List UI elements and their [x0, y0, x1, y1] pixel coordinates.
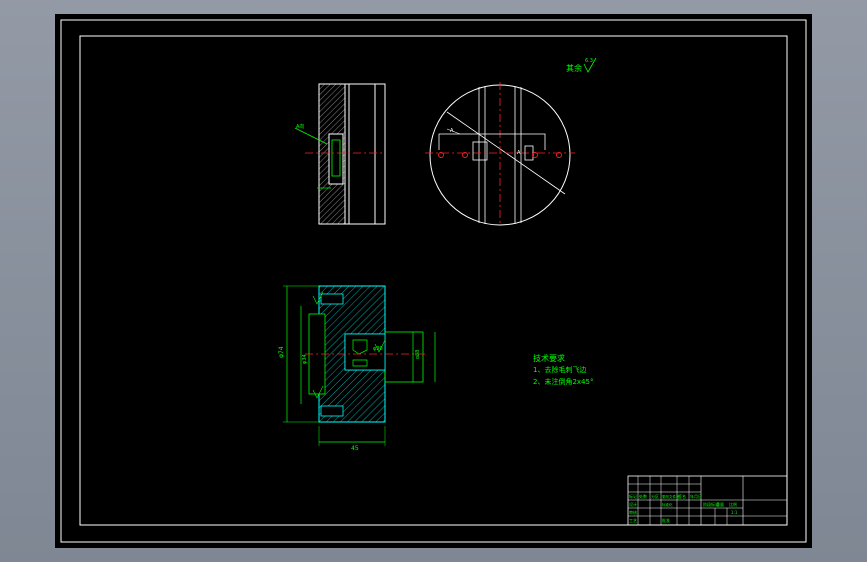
drawing-canvas: A向 A A 其余 6.3 φ74 φ34 45 8 38 φ30 技术要求 1… [60, 19, 807, 543]
tb-cell-scale: 比例 [729, 501, 737, 507]
tb-cell-date: 年月日 [690, 493, 702, 499]
tb-cell-approve: 批准 [662, 517, 670, 523]
outer-frame [60, 19, 807, 543]
tech-requirements: 技术要求 1、去除毛刺飞边 2、未注倒角2x45° [533, 353, 593, 386]
tb-cell-sign: 签名 [678, 493, 686, 499]
dim-right-height: 38 [415, 350, 421, 356]
tech-item-2: 2、未注倒角2x45° [533, 377, 593, 386]
svg-text:A向: A向 [296, 123, 304, 130]
svg-text:A: A [517, 150, 521, 156]
tech-title: 技术要求 [533, 353, 565, 363]
roughness-note: 其余 [566, 63, 582, 73]
roughness-value: 6.3 [585, 58, 593, 64]
tb-cell-count: 处数 [639, 493, 647, 499]
tb-cell-process: 工艺 [629, 518, 637, 523]
inner-frame [79, 35, 788, 526]
title-block: 标记 处数 分区 更改文件号 签名 年月日 设计 标准化 审核 工艺 批准 阶段… [627, 475, 788, 526]
tech-item-1: 1、去除毛刺飞边 [533, 365, 586, 374]
tb-cell-review: 审核 [629, 509, 637, 515]
drawing-sheet: A向 A A 其余 6.3 φ74 φ34 45 8 38 φ30 技术要求 1… [55, 14, 812, 548]
tb-cell-scale-value: 1:1 [731, 510, 738, 515]
dim-height-left: φ74 [278, 346, 285, 358]
dim-inner-dia: φ34 [302, 354, 308, 364]
section-view: φ74 φ34 45 8 38 φ30 [278, 285, 436, 452]
tb-cell-std: 标准化 [662, 502, 673, 507]
cad-viewport[interactable]: A向 A A 其余 6.3 φ74 φ34 45 8 38 φ30 技术要求 1… [0, 0, 867, 562]
roughness-mark: 其余 6.3 [566, 57, 597, 73]
top-view: A A [425, 82, 575, 226]
tb-cell-weight: 重量 [716, 501, 724, 507]
side-view: A向 [294, 83, 386, 225]
svg-text:A: A [450, 128, 454, 134]
dim-width-bottom: 45 [351, 445, 359, 452]
tb-cell-mark: 标记 [629, 493, 637, 499]
tb-cell-zone: 分区 [651, 493, 659, 499]
tb-cell-design: 设计 [629, 501, 637, 507]
